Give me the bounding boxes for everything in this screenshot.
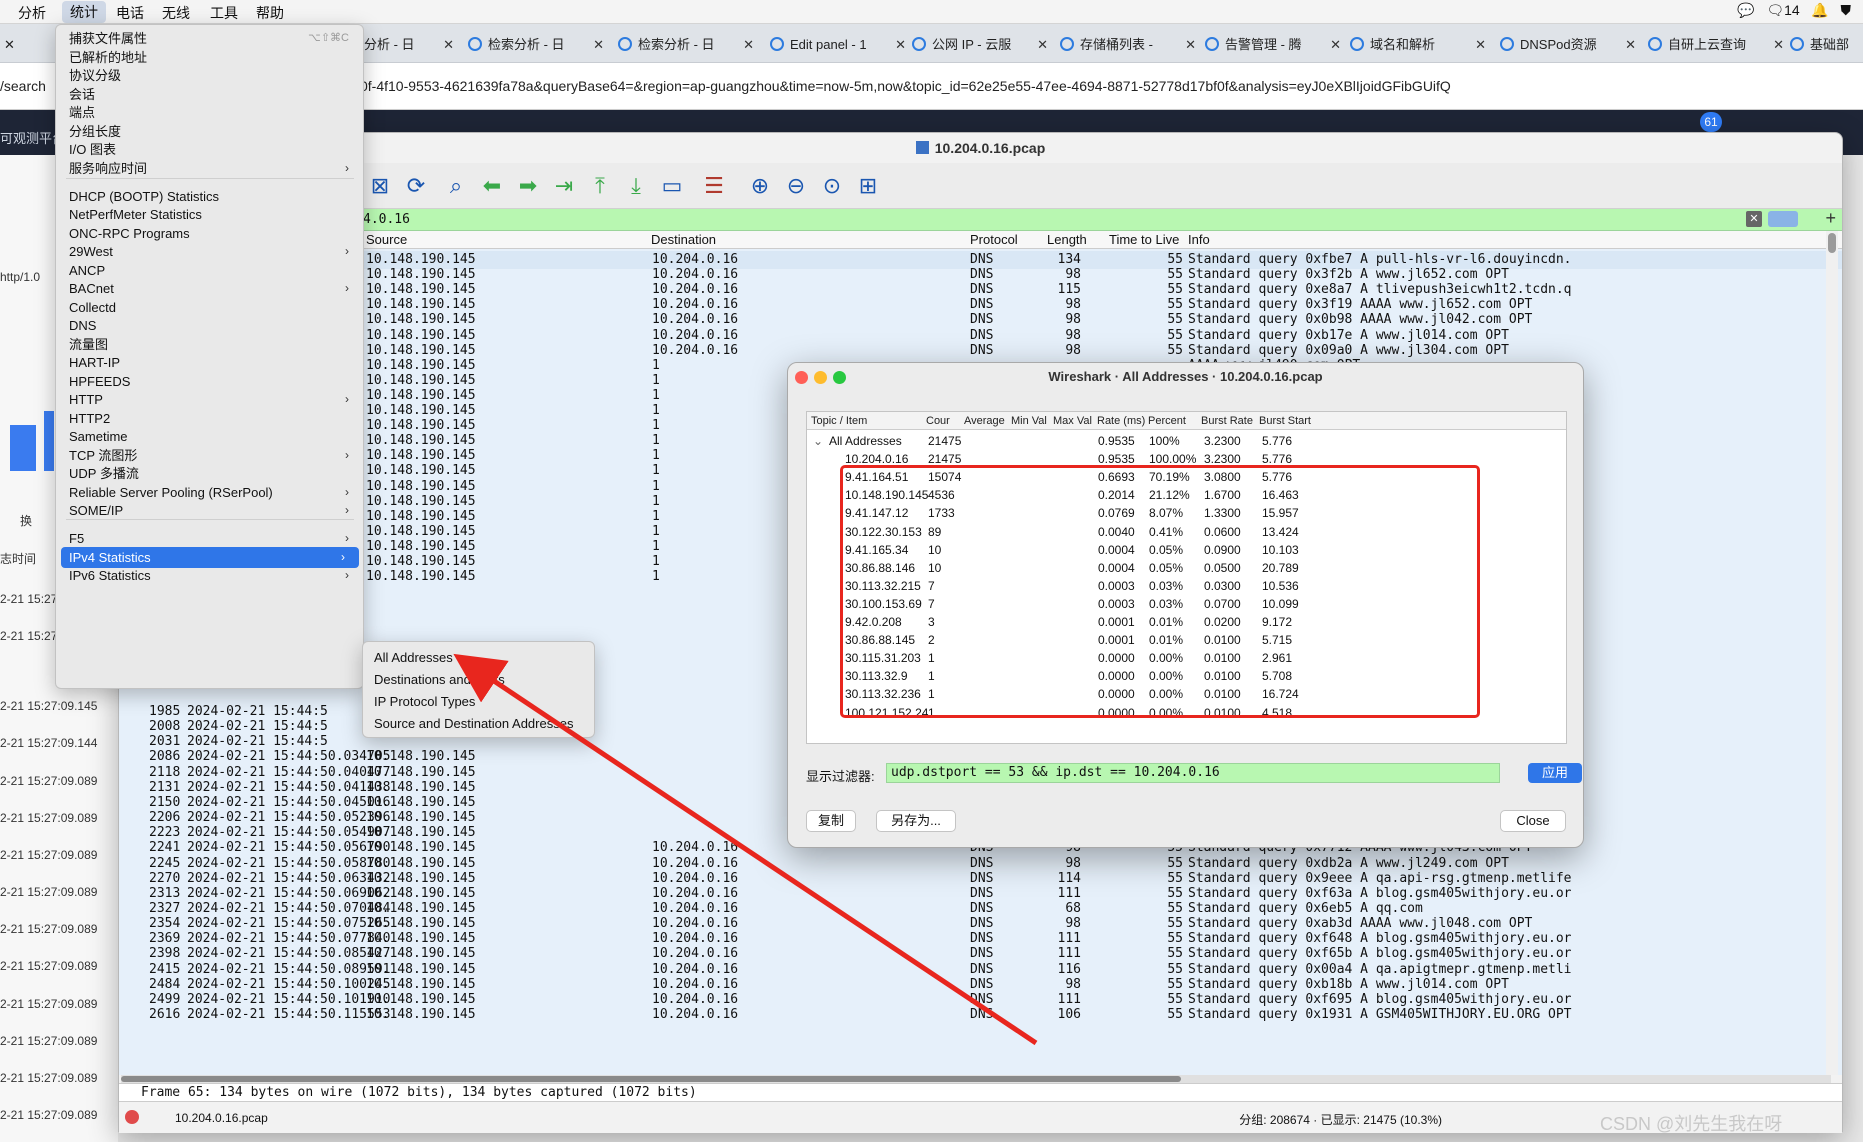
annotation-arrow xyxy=(453,653,1038,1046)
watermark: CSDN @刘先生我在呀 xyxy=(1600,1114,1783,1134)
